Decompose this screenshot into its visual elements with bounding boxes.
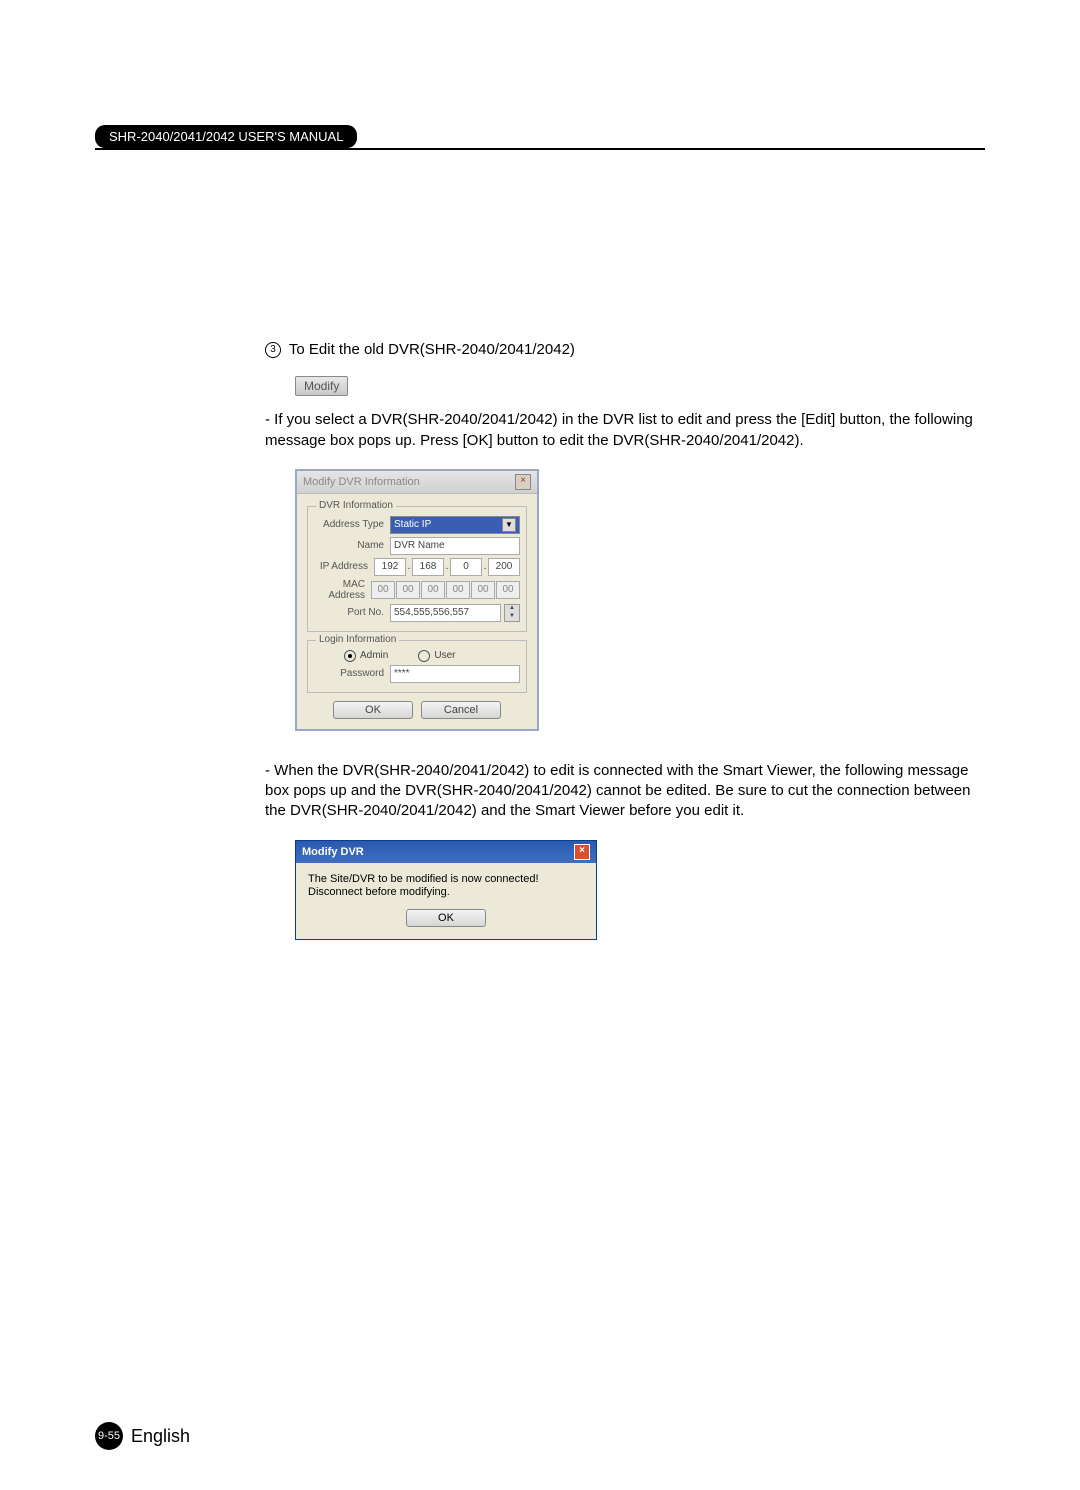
- close-icon[interactable]: ×: [515, 474, 531, 490]
- radio-admin-label: Admin: [360, 650, 388, 661]
- address-type-select[interactable]: Static IP ▼: [390, 516, 520, 534]
- port-stepper[interactable]: ▲▼: [504, 604, 520, 622]
- modify-dvr-info-dialog: Modify DVR Information × DVR Information…: [295, 469, 539, 731]
- dialog2-message: The Site/DVR to be modified is now conne…: [308, 873, 584, 899]
- paragraph-2: - When the DVR(SHR-2040/2041/2042) to ed…: [265, 761, 985, 822]
- dvr-information-group: DVR Information Address Type Static IP ▼…: [307, 506, 527, 632]
- mac-seg-3[interactable]: 00: [421, 581, 445, 599]
- footer-language: English: [131, 1426, 190, 1447]
- login-information-group: Login Information Admin User Password **…: [307, 640, 527, 693]
- step-number: 3: [265, 342, 281, 358]
- dialog1-body: DVR Information Address Type Static IP ▼…: [297, 494, 537, 729]
- radio-user-label: User: [434, 650, 455, 661]
- modify-dvr-warning-dialog: Modify DVR × The Site/DVR to be modified…: [295, 840, 597, 940]
- radio-dot-on-icon: [344, 650, 356, 662]
- address-type-value: Static IP: [394, 519, 431, 530]
- chevron-down-icon[interactable]: ▼: [502, 518, 516, 532]
- dialog2-message-line2: Disconnect before modifying.: [308, 886, 450, 898]
- name-field[interactable]: DVR Name: [390, 537, 520, 555]
- manual-title: SHR-2040/2041/2042 USER'S MANUAL: [95, 125, 357, 148]
- content-column: 3 To Edit the old DVR(SHR-2040/2041/2042…: [265, 340, 985, 940]
- ip-octet-3[interactable]: 0: [450, 558, 482, 576]
- dialog1-titlebar: Modify DVR Information ×: [297, 471, 537, 494]
- mac-seg-2[interactable]: 00: [396, 581, 420, 599]
- address-type-label: Address Type: [314, 519, 390, 530]
- ip-octet-1[interactable]: 192: [374, 558, 406, 576]
- password-value: ****: [394, 668, 410, 679]
- mac-seg-4[interactable]: 00: [446, 581, 470, 599]
- ip-label: IP Address: [314, 561, 374, 572]
- radio-admin[interactable]: Admin: [344, 650, 388, 662]
- ip-octet-4[interactable]: 200: [488, 558, 520, 576]
- port-value: 554,555,556,557: [394, 607, 469, 618]
- ok-button[interactable]: OK: [406, 909, 486, 927]
- dialog2-titlebar: Modify DVR ×: [296, 841, 596, 863]
- close-icon[interactable]: ×: [574, 844, 590, 860]
- ip-address-field[interactable]: 192. 168. 0. 200: [374, 558, 520, 576]
- ip-octet-2[interactable]: 168: [412, 558, 444, 576]
- dialog2-body: The Site/DVR to be modified is now conne…: [296, 863, 596, 939]
- page-number-badge: 9-55: [95, 1422, 123, 1450]
- mac-seg-6[interactable]: 00: [496, 581, 520, 599]
- mac-label: MAC Address: [314, 579, 371, 601]
- radio-user[interactable]: User: [418, 650, 455, 662]
- name-value: DVR Name: [394, 540, 445, 551]
- paragraph-1: - If you select a DVR(SHR-2040/2041/2042…: [265, 410, 985, 451]
- mac-seg-5[interactable]: 00: [471, 581, 495, 599]
- port-field[interactable]: 554,555,556,557: [390, 604, 501, 622]
- step-title: To Edit the old DVR(SHR-2040/2041/2042): [289, 341, 575, 358]
- modify-button[interactable]: Modify: [295, 376, 348, 396]
- page-footer: 9-55 English: [95, 1422, 190, 1450]
- page: SHR-2040/2041/2042 USER'S MANUAL 3 To Ed…: [0, 0, 1080, 1490]
- step-heading: 3 To Edit the old DVR(SHR-2040/2041/2042…: [265, 340, 985, 360]
- port-label: Port No.: [314, 607, 390, 618]
- name-label: Name: [314, 540, 390, 551]
- password-label: Password: [314, 668, 390, 679]
- password-field[interactable]: ****: [390, 665, 520, 683]
- cancel-button[interactable]: Cancel: [421, 701, 501, 719]
- header-rule: SHR-2040/2041/2042 USER'S MANUAL: [95, 125, 985, 150]
- group2-legend: Login Information: [316, 634, 399, 645]
- dialog1-title: Modify DVR Information: [303, 476, 420, 488]
- radio-dot-off-icon: [418, 650, 430, 662]
- mac-address-field[interactable]: 00 00 00 00 00 00: [371, 581, 520, 599]
- mac-seg-1[interactable]: 00: [371, 581, 395, 599]
- dialog2-title: Modify DVR: [302, 846, 364, 858]
- group1-legend: DVR Information: [316, 500, 396, 511]
- ok-button[interactable]: OK: [333, 701, 413, 719]
- dialog2-message-line1: The Site/DVR to be modified is now conne…: [308, 873, 539, 885]
